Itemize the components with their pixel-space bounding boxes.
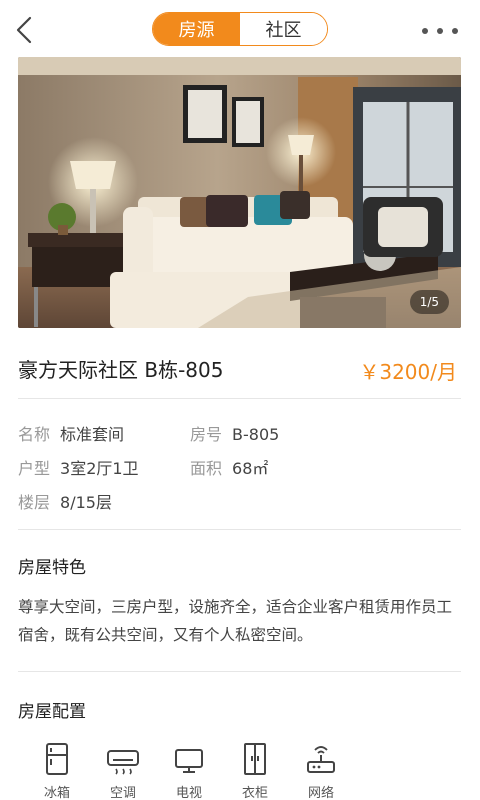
amenity-item: 空调 [90,742,156,800]
tab-listing[interactable]: 房源 [153,13,240,45]
more-dot-icon [422,28,428,34]
detail-layout: 户型 3室2厅1卫 [18,455,139,479]
detail-area-value: 68㎡ [232,459,269,478]
config-title: 房屋配置 [18,702,86,722]
tab-community[interactable]: 社区 [240,13,327,45]
amenity-item: 衣柜 [222,742,288,800]
features-description: 尊享大空间，三房户型，设施齐全，适合企业客户租赁用作员工宿舍，既有公共空间，又有… [18,598,453,644]
amenity-list: 冰箱 空调 电视 衣柜 网络 [24,742,464,800]
more-dot-icon [452,28,458,34]
room-photo-gallery[interactable]: 1/5 [18,57,461,328]
fridge-icon [46,743,68,775]
detail-room-label: 房号 [190,425,223,444]
amenity-label: 网络 [307,786,334,800]
amenity-label: 电视 [175,786,202,800]
amenity-label: 衣柜 [241,786,268,800]
detail-layout-label: 户型 [18,459,51,478]
divider [18,671,461,672]
detail-floor: 楼层 8/15层 [18,489,112,513]
photo-counter: 1/5 [409,290,449,314]
divider [18,529,461,530]
more-dot-icon [437,28,443,34]
more-options-button[interactable] [422,26,458,36]
amenity-label: 冰箱 [43,786,70,800]
detail-room: 房号 B-805 [190,421,279,445]
amenity-item: 电视 [156,742,222,800]
detail-area: 面积 68㎡ [190,455,268,479]
tv-icon [175,749,203,773]
top-bar: 房源 社区 [0,0,480,60]
listing-header: 豪方天际社区 B栋-805 ￥3200/月 [18,350,461,390]
detail-room-value: B-805 [232,425,280,444]
room-photo [18,57,461,328]
amenity-item: 冰箱 [24,742,90,800]
back-button[interactable] [12,14,40,46]
amenity-item: 网络 [288,742,354,800]
router-icon [307,746,335,773]
detail-name-label: 名称 [18,425,51,444]
amenity-label: 空调 [109,786,136,800]
detail-name-value: 标准套间 [60,425,125,444]
detail-floor-label: 楼层 [18,493,51,512]
air-conditioner-icon [107,750,139,775]
detail-name: 名称 标准套间 [18,421,124,445]
detail-floor-value: 8/15层 [60,493,112,512]
listing-title: 豪方天际社区 B栋-805 [18,358,224,382]
wardrobe-icon [244,743,266,775]
listing-price: ￥3200/月 [359,360,457,384]
divider [18,398,461,399]
features-title: 房屋特色 [18,558,86,578]
detail-layout-value: 3室2厅1卫 [60,459,139,478]
chevron-left-icon [16,16,32,44]
detail-area-label: 面积 [190,459,223,478]
tab-switcher: 房源 社区 [152,12,328,46]
